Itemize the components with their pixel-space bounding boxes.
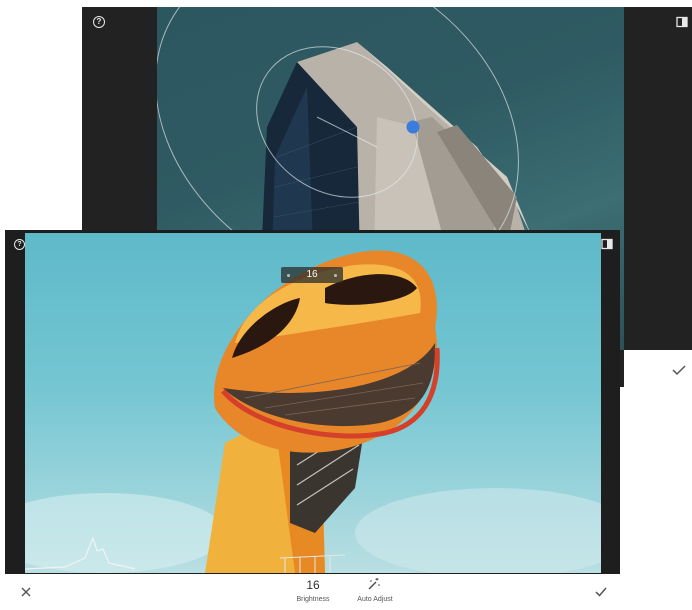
close-icon[interactable] (20, 586, 32, 598)
compare-icon[interactable] (676, 16, 688, 28)
brightness-label[interactable]: Brightness (289, 596, 337, 603)
bottom-toolbar: 16 Brightness Auto Adjust (5, 574, 620, 610)
checkmark-icon[interactable] (594, 585, 608, 598)
front-photo-tower[interactable] (25, 233, 601, 573)
pill-dot (334, 274, 337, 277)
adjust-value: 16 (306, 269, 318, 280)
help-icon[interactable]: ? (93, 16, 105, 28)
checkmark-icon[interactable] (671, 363, 687, 377)
pill-dot (287, 274, 290, 277)
compare-icon[interactable] (601, 238, 613, 250)
magic-wand-icon[interactable] (367, 577, 381, 591)
help-icon[interactable]: ? (14, 239, 25, 250)
brightness-value[interactable]: 16 (295, 578, 331, 592)
auto-adjust-label[interactable]: Auto Adjust (349, 596, 401, 603)
front-screenshot: ? (5, 230, 620, 610)
adjust-pin[interactable] (406, 120, 420, 134)
tower-illustration (25, 250, 601, 573)
adjust-value-pill[interactable]: 16 (281, 267, 343, 283)
